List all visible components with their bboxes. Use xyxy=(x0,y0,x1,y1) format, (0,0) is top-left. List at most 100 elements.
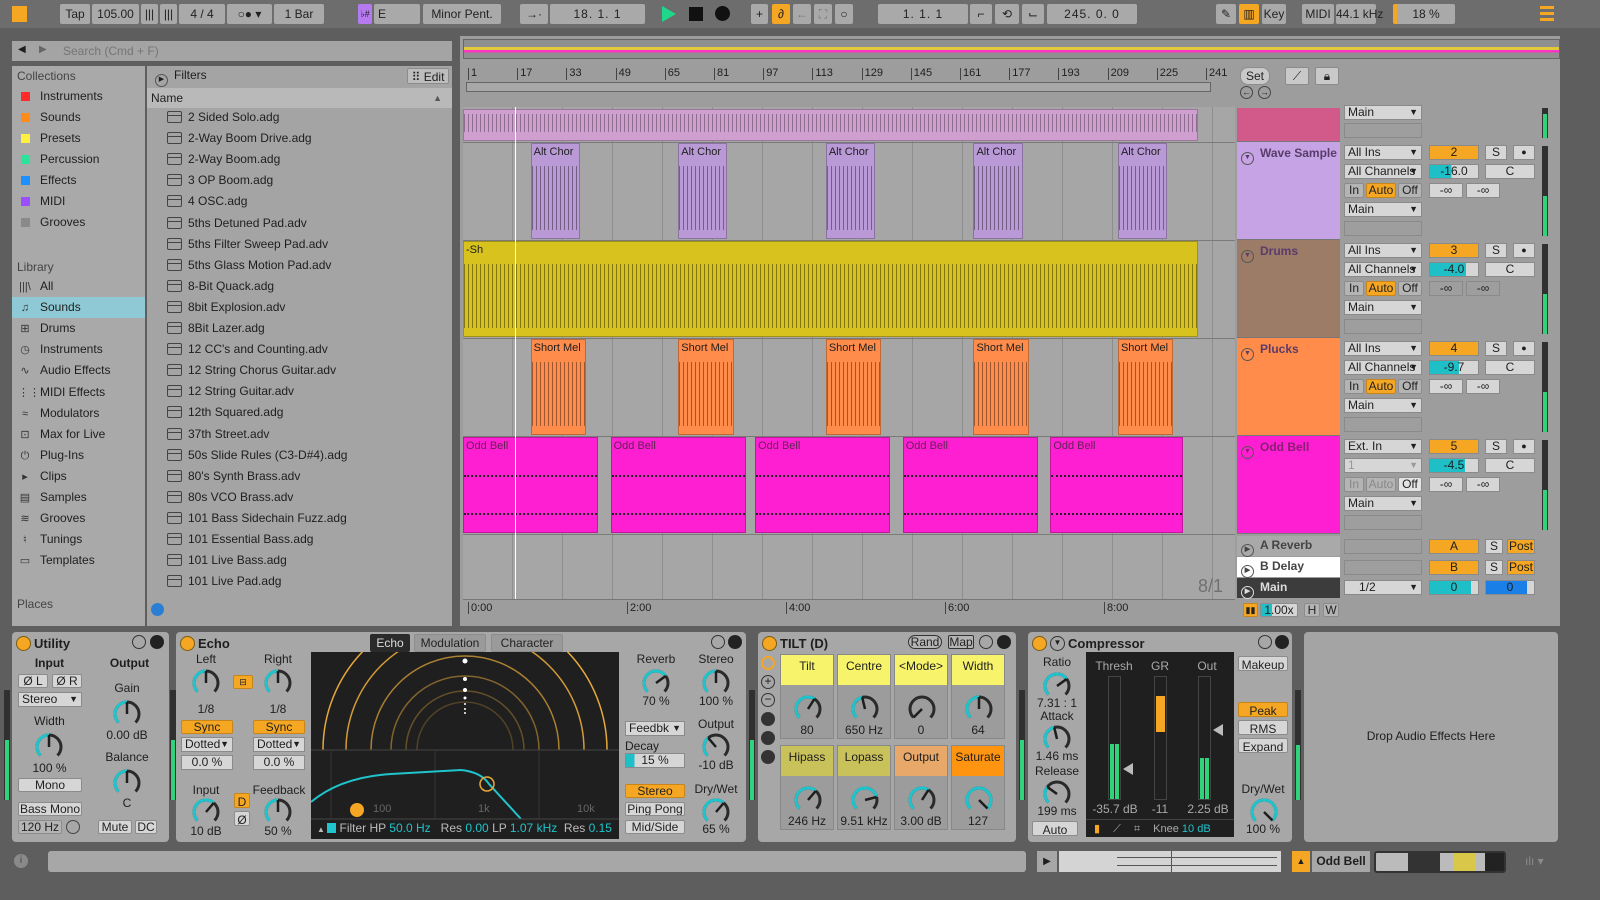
library-item-instruments[interactable]: ◷ Instruments xyxy=(12,339,145,360)
send-a-slider[interactable]: -∞ xyxy=(1429,477,1463,492)
file-list-item[interactable]: 37th Street.adv xyxy=(147,424,452,445)
stop-button[interactable] xyxy=(689,7,703,21)
scale-name-dropdown[interactable]: Minor Pent. xyxy=(423,4,501,24)
save-preset-icon[interactable] xyxy=(150,635,164,649)
arrangement-clip[interactable]: Odd Bell xyxy=(755,437,891,533)
track-activator-button[interactable]: 2 xyxy=(1429,145,1479,160)
library-item-max-for-live[interactable]: ⊡ Max for Live xyxy=(12,424,145,445)
volume-slider[interactable]: -9.7 xyxy=(1429,360,1479,375)
devices-list-icon[interactable] xyxy=(761,750,775,764)
out-value[interactable]: 2.25 dB xyxy=(1182,802,1234,816)
automation-arm-button[interactable]: ∂ xyxy=(772,4,790,24)
arrangement-clip[interactable]: Short Mel xyxy=(1117,339,1174,435)
fold-track-icon[interactable]: ▼ xyxy=(1241,446,1254,459)
library-item-drums[interactable]: ⊞ Drums xyxy=(12,318,145,339)
file-list-item[interactable]: 101 Essential Bass.adg xyxy=(147,529,452,550)
browser-search-input[interactable] xyxy=(58,42,448,59)
macro-knob[interactable] xyxy=(848,783,882,817)
arrangement-clip[interactable]: Odd Bell xyxy=(902,437,1039,533)
loop-length-field[interactable]: 245. 0. 0 xyxy=(1047,4,1137,24)
mid-side-mode-button[interactable]: Mid/Side xyxy=(625,820,685,834)
right-sync-mode-dropdown[interactable]: Dotted xyxy=(253,737,305,752)
left-offset-field[interactable]: 0.0 % xyxy=(181,755,233,770)
collapsed-view-icon[interactable]: ▮ xyxy=(1094,823,1100,835)
input-type-dropdown[interactable]: All Ins xyxy=(1344,243,1422,258)
post-send-button[interactable]: Post xyxy=(1507,560,1535,575)
next-locator-icon[interactable]: → xyxy=(1258,86,1271,99)
draw-mode-icon[interactable]: ✎ xyxy=(1216,4,1236,24)
monitor-in-button[interactable]: In xyxy=(1344,379,1364,394)
loop-brace[interactable] xyxy=(466,82,1211,92)
file-list-item[interactable]: 12 String Chorus Guitar.adv xyxy=(147,360,452,381)
add-macro-icon[interactable]: + xyxy=(761,675,775,689)
send-b-slider[interactable]: -∞ xyxy=(1466,477,1500,492)
file-list-item[interactable]: 12 String Guitar.adv xyxy=(147,381,452,402)
hot-swap-icon[interactable] xyxy=(132,635,146,649)
metronome-button[interactable]: ○● ▾ xyxy=(227,4,272,24)
output-channel-field[interactable] xyxy=(1344,221,1422,236)
macro-mapping-icon[interactable] xyxy=(761,656,775,670)
output-channel-field[interactable] xyxy=(1344,515,1422,530)
arrangement-clip[interactable]: Alt Chor xyxy=(825,143,876,239)
input-channel-dropdown[interactable]: All Channels xyxy=(1344,262,1422,277)
draw-automation-button[interactable]: ⟋ xyxy=(1285,67,1309,85)
arrangement-clip[interactable]: Short Mel xyxy=(530,339,586,435)
bass-mono-button[interactable]: Bass Mono xyxy=(18,802,82,816)
macro-knob[interactable] xyxy=(962,692,996,726)
file-list-item[interactable]: 12th Squared.adg xyxy=(147,402,452,423)
echo-tab-modulation[interactable]: Modulation xyxy=(414,634,486,652)
save-preset-icon[interactable] xyxy=(728,635,742,649)
utility-power-button[interactable] xyxy=(16,636,31,651)
nudge-up-button[interactable]: ||| xyxy=(160,4,177,24)
library-item-templates[interactable]: ▭ Templates xyxy=(12,550,145,571)
optimize-height-button[interactable]: H xyxy=(1304,603,1320,617)
input-type-dropdown[interactable]: All Ins xyxy=(1344,341,1422,356)
monitor-cue-button[interactable]: ● xyxy=(1513,243,1535,258)
file-list-item[interactable]: 8Bit Lazer.adg xyxy=(147,318,452,339)
tilt-power-button[interactable] xyxy=(762,636,777,651)
hot-swap-icon[interactable] xyxy=(979,635,993,649)
makeup-gain-handle-icon[interactable] xyxy=(1213,724,1223,736)
midi-map-button[interactable]: MIDI xyxy=(1302,4,1334,24)
drop-effects-zone[interactable]: Drop Audio Effects Here xyxy=(1304,632,1558,842)
macro-mode[interactable]: <Mode> 0 xyxy=(894,654,948,739)
play-button[interactable] xyxy=(662,6,676,22)
snapshot-icon[interactable] xyxy=(761,712,775,726)
arrangement-clip[interactable]: Alt Chor xyxy=(1117,143,1168,239)
library-item-audio-effects[interactable]: ∿ Audio Effects xyxy=(12,360,145,381)
track-activator-button[interactable]: 3 xyxy=(1429,243,1479,258)
time-signature-field[interactable]: 4 / 4 xyxy=(179,4,225,24)
collection-item[interactable]: Presets xyxy=(12,128,145,149)
lp-frequency-value[interactable]: 1.07 kHz xyxy=(510,821,557,835)
macro-knob[interactable] xyxy=(791,783,825,817)
arrangement-clip[interactable]: Short Mel xyxy=(973,339,1029,435)
macro-output[interactable]: Output 3.00 dB xyxy=(894,745,948,830)
waveform-zoom-icon[interactable]: ▮▮ xyxy=(1243,603,1258,617)
output-dropdown[interactable]: Main xyxy=(1344,398,1422,413)
file-list-item[interactable]: 2-Way Boom Drive.adg xyxy=(147,128,452,149)
loop-button[interactable]: ⟲ xyxy=(995,4,1019,24)
library-item-plug-ins[interactable]: ⏻ Plug-Ins xyxy=(12,445,145,466)
echo-tab-echo[interactable]: Echo xyxy=(370,634,410,652)
main-volume-slider[interactable]: 0 xyxy=(1429,580,1479,595)
midi-meter-icon[interactable]: ılı ▾ xyxy=(1525,854,1544,868)
post-send-button[interactable]: Post xyxy=(1507,539,1535,554)
file-list-item[interactable]: 101 Bass Sidechain Fuzz.adg xyxy=(147,508,452,529)
macro-centre[interactable]: Centre 650 Hz xyxy=(837,654,891,739)
arrangement-clip[interactable]: -Sh xyxy=(463,241,1198,337)
collection-item[interactable]: Percussion xyxy=(12,149,145,170)
mono-button[interactable]: Mono xyxy=(18,778,82,792)
back-arrow-icon[interactable]: ◀ xyxy=(18,44,26,55)
macro-knob[interactable] xyxy=(791,692,825,726)
arrangement-clip[interactable]: Odd Bell xyxy=(463,437,599,533)
phase-right-button[interactable]: Ø R xyxy=(52,674,82,688)
file-list-item[interactable]: 50s Slide Rules (C3-D#4).adg xyxy=(147,445,452,466)
song-position-field[interactable]: 18. 1. 1 xyxy=(550,4,645,24)
link-channels-icon[interactable]: ⊟ xyxy=(233,675,253,689)
return-activator-button[interactable]: A xyxy=(1429,539,1479,554)
width-knob[interactable] xyxy=(32,730,66,764)
fold-track-icon[interactable]: ▶ xyxy=(1241,565,1254,578)
keyboard-icon[interactable]: ▥ xyxy=(1239,4,1259,24)
chain-list-icon[interactable] xyxy=(761,731,775,745)
peak-mode-button[interactable]: Peak xyxy=(1238,702,1288,717)
